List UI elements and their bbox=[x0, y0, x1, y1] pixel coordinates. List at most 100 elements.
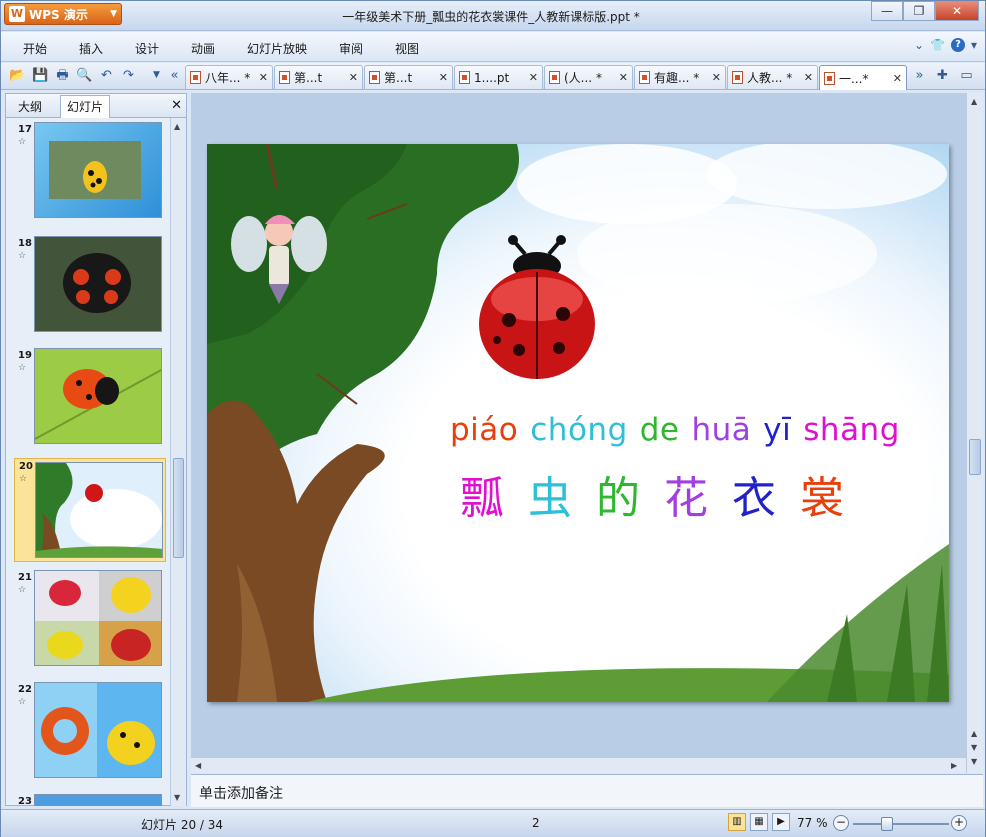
doc-tab-5[interactable]: (人... * ✕ bbox=[544, 65, 633, 89]
pane-tabs: 大纲 幻灯片 ✕ bbox=[6, 94, 186, 118]
pinyin-syllable: de bbox=[639, 412, 680, 448]
wps-app-menu-button[interactable]: W WPS 演示 ▼ bbox=[4, 3, 122, 25]
scroll-down-icon[interactable]: ▼ bbox=[971, 743, 977, 752]
doc-tab-6[interactable]: 有趣... * ✕ bbox=[634, 65, 726, 89]
thumbnail-slide-18[interactable]: 18 ☆ bbox=[6, 236, 170, 336]
tab-close-icon[interactable]: ✕ bbox=[889, 72, 902, 85]
zoom-slider-track[interactable] bbox=[853, 823, 949, 825]
chevron-down-icon[interactable]: ▾ bbox=[971, 38, 977, 52]
pinyin-syllable: chóng bbox=[530, 412, 628, 448]
tab-close-icon[interactable]: ✕ bbox=[255, 71, 268, 84]
undo-icon[interactable]: ↶ bbox=[98, 67, 115, 84]
minimize-button[interactable]: — bbox=[871, 1, 903, 21]
menu-home[interactable]: 开始 bbox=[23, 40, 47, 57]
status-value: 2 bbox=[532, 816, 540, 830]
thumbnail-slide-17[interactable]: 17 ☆ bbox=[6, 122, 170, 222]
slideshow-view-icon[interactable]: ▶ bbox=[772, 813, 790, 831]
slide-counter: 幻灯片 20 / 34 bbox=[141, 818, 224, 832]
menu-animation[interactable]: 动画 bbox=[191, 40, 215, 57]
thumb-17-art bbox=[49, 141, 141, 199]
chevron-down-icon[interactable]: ⌄ bbox=[914, 38, 924, 52]
notes-pane[interactable]: 单击添加备注 bbox=[191, 774, 983, 807]
redo-icon[interactable]: ↷ bbox=[120, 67, 137, 84]
ppt-file-icon bbox=[190, 71, 201, 84]
current-slide[interactable]: piáo chóng de huā yī shāng 瓢虫的花衣裳 bbox=[207, 144, 949, 702]
scroll-down-icon[interactable]: ▼ bbox=[971, 757, 977, 766]
tab-close-icon[interactable]: ✕ bbox=[800, 71, 813, 84]
doc-tab-2[interactable]: 第...t ✕ bbox=[274, 65, 363, 89]
thumbnail-slide-23[interactable]: 23 bbox=[6, 794, 170, 806]
scroll-up-icon[interactable]: ▲ bbox=[971, 729, 977, 738]
chinese-title[interactable]: 瓢虫的花衣裳 bbox=[460, 462, 868, 526]
tab-close-icon[interactable]: ✕ bbox=[345, 71, 358, 84]
pinyin-title[interactable]: piáo chóng de huā yī shāng bbox=[450, 412, 912, 448]
save-icon[interactable]: 💾 bbox=[32, 67, 49, 84]
tab-list-icon[interactable]: ▭ bbox=[958, 67, 975, 84]
scroll-up-icon[interactable]: ▲ bbox=[971, 97, 977, 106]
print-icon[interactable]: 🖶 bbox=[54, 67, 71, 84]
slide-thumbnail-image bbox=[34, 682, 162, 778]
new-tab-icon[interactable]: ✚ bbox=[934, 67, 951, 84]
thumbnail-slide-19[interactable]: 19 ☆ bbox=[6, 348, 170, 448]
zoom-in-button[interactable]: + bbox=[951, 815, 967, 831]
zoom-out-button[interactable]: − bbox=[833, 815, 849, 831]
scroll-left-icon[interactable]: ◀ bbox=[195, 761, 201, 770]
pinyin-syllable: piáo bbox=[450, 412, 519, 448]
tab-close-icon[interactable]: ✕ bbox=[525, 71, 538, 84]
pinyin-syllable: shāng bbox=[803, 412, 900, 448]
help-icon[interactable]: ? bbox=[950, 38, 965, 52]
doc-tab-4[interactable]: 1....pt ✕ bbox=[454, 65, 543, 89]
scroll-thumb[interactable] bbox=[969, 439, 981, 475]
hanzi-char: 的 bbox=[596, 473, 640, 524]
menu-review[interactable]: 审阅 bbox=[339, 40, 363, 57]
tab-close-icon[interactable]: ✕ bbox=[435, 71, 448, 84]
thumb-21-art bbox=[35, 571, 161, 665]
thumb-19-art bbox=[35, 349, 161, 443]
doc-tab-8-active[interactable]: 一...* ✕ bbox=[819, 65, 907, 90]
tab-scroll-right-icon[interactable]: » bbox=[911, 67, 928, 84]
hanzi-char: 瓢 bbox=[460, 473, 504, 524]
menu-slideshow[interactable]: 幻灯片放映 bbox=[247, 40, 307, 57]
normal-view-icon[interactable]: ▥ bbox=[728, 813, 746, 831]
animation-star-icon: ☆ bbox=[18, 251, 27, 261]
slide-thumbnail-image bbox=[34, 236, 162, 332]
tab-outline[interactable]: 大纲 bbox=[12, 97, 48, 116]
animation-star-icon: ☆ bbox=[18, 137, 27, 147]
tab-slides[interactable]: 幻灯片 bbox=[60, 95, 111, 118]
ppt-file-icon bbox=[824, 71, 835, 85]
window-title: 一年级美术下册_瓢虫的花衣裳课件_人教新课标版.ppt * bbox=[342, 10, 640, 24]
open-folder-icon[interactable]: 📂 bbox=[9, 67, 26, 84]
thumbnail-slide-20[interactable]: 20 ☆ bbox=[14, 458, 166, 562]
scroll-thumb[interactable] bbox=[173, 458, 184, 558]
menu-insert[interactable]: 插入 bbox=[79, 40, 103, 57]
ppt-file-icon bbox=[732, 71, 743, 84]
doc-tab-3[interactable]: 第...t ✕ bbox=[364, 65, 453, 89]
tab-close-icon[interactable]: ✕ bbox=[708, 71, 721, 84]
menu-view[interactable]: 视图 bbox=[395, 40, 419, 57]
animation-star-icon: ☆ bbox=[18, 363, 27, 373]
slide-vertical-scrollbar[interactable]: ▲ ▲ ▼ ▼ bbox=[966, 93, 983, 773]
shirt-skin-icon[interactable]: 👕 bbox=[930, 38, 945, 52]
scroll-right-icon[interactable]: ▶ bbox=[951, 761, 957, 770]
customize-toolbar-icon[interactable]: ▼ bbox=[148, 67, 165, 84]
print-preview-icon[interactable]: 🔍 bbox=[76, 67, 93, 84]
chevron-down-icon: ▼ bbox=[110, 9, 117, 19]
thumbnail-slide-21[interactable]: 21 ☆ bbox=[6, 570, 170, 670]
tab-close-icon[interactable]: ✕ bbox=[615, 71, 628, 84]
menu-design[interactable]: 设计 bbox=[135, 40, 159, 57]
zoom-slider-handle[interactable] bbox=[881, 817, 893, 831]
maximize-button[interactable]: ❐ bbox=[903, 1, 935, 21]
close-button[interactable]: ✕ bbox=[935, 1, 979, 21]
close-icon[interactable]: ✕ bbox=[171, 98, 182, 113]
thumbnail-scrollbar[interactable]: ▲ ▼ bbox=[170, 118, 186, 806]
thumbnail-slide-22[interactable]: 22 ☆ bbox=[6, 682, 170, 782]
slide-horizontal-scrollbar[interactable]: ◀ ▶ bbox=[191, 757, 966, 773]
hanzi-char: 花 bbox=[664, 473, 708, 524]
doc-tab-1[interactable]: 八年... * ✕ bbox=[185, 65, 273, 89]
tab-scroll-left-icon[interactable]: « bbox=[166, 67, 183, 84]
scroll-down-icon[interactable]: ▼ bbox=[174, 793, 180, 802]
slide-sorter-view-icon[interactable]: ▦ bbox=[750, 813, 768, 831]
menu-right-tools: ⌄ 👕 ? ▾ bbox=[914, 38, 977, 52]
scroll-up-icon[interactable]: ▲ bbox=[174, 122, 180, 131]
doc-tab-7[interactable]: 人教... * ✕ bbox=[727, 65, 818, 89]
